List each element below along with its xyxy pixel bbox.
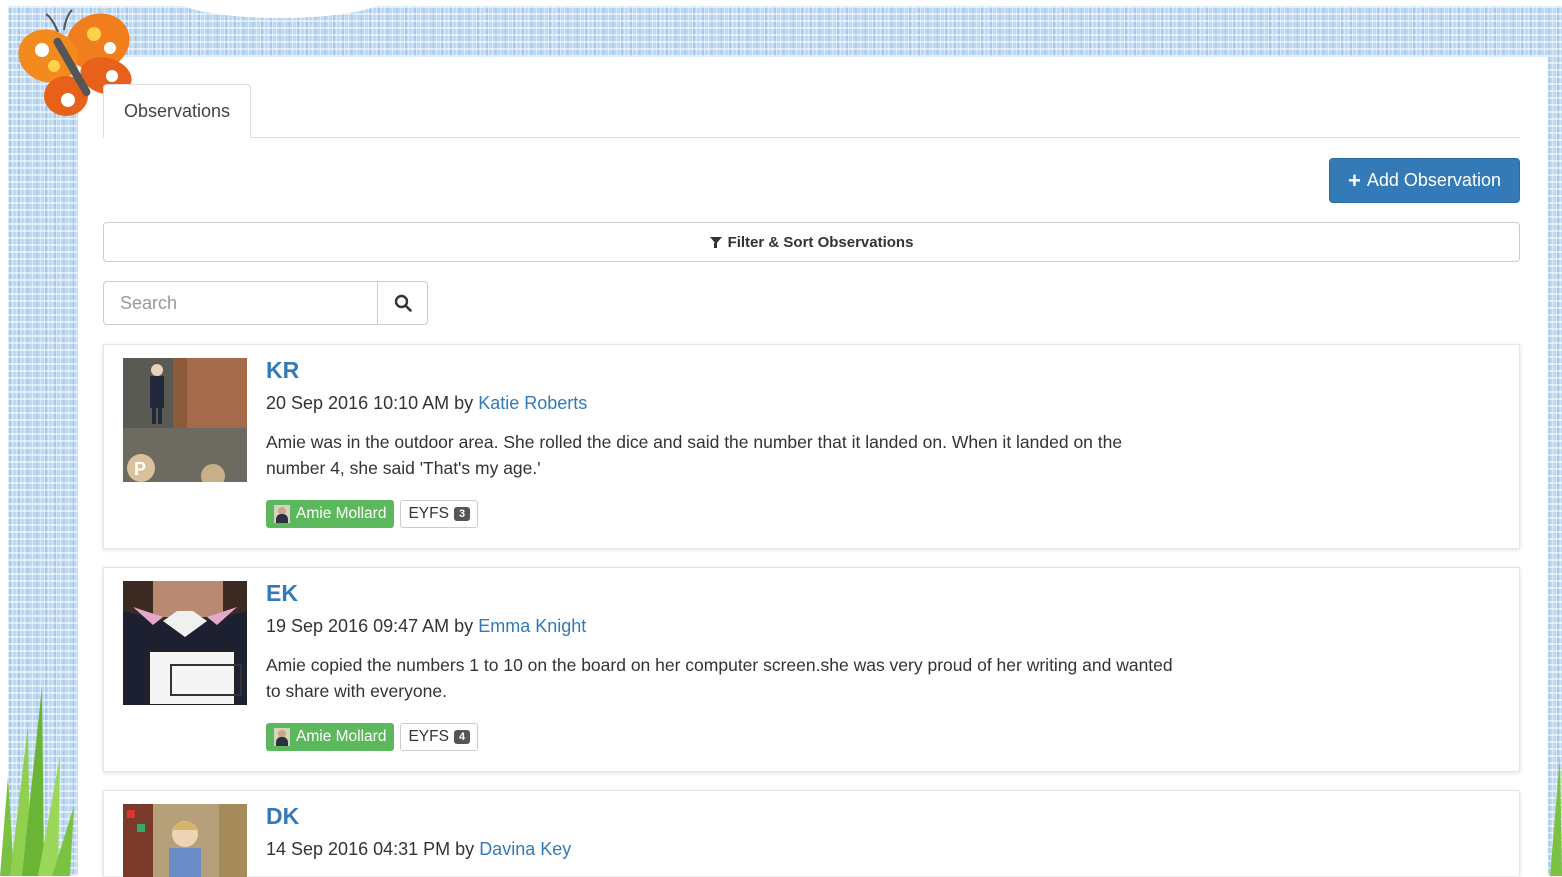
observation-card: DK 14 Sep 2016 04:31 PM by Davina Key xyxy=(103,790,1520,877)
eyfs-tag[interactable]: EYFS 3 xyxy=(400,500,479,528)
observation-author-link[interactable]: Emma Knight xyxy=(478,616,586,636)
add-observation-label: Add Observation xyxy=(1366,170,1501,190)
add-observation-button[interactable]: + Add Observation xyxy=(1329,158,1520,203)
grass-decoration xyxy=(0,686,74,876)
observation-photo xyxy=(123,804,247,877)
eyfs-tag[interactable]: EYFS 4 xyxy=(400,723,479,751)
tab-observations-label: Observations xyxy=(123,101,231,121)
observation-by: by xyxy=(454,393,474,413)
observation-author-link[interactable]: Katie Roberts xyxy=(478,393,587,413)
svg-text:P: P xyxy=(134,459,146,479)
observation-by: by xyxy=(455,839,475,859)
child-tag-label: Amie Mollard xyxy=(296,505,387,522)
child-avatar xyxy=(274,728,290,746)
observation-tags: Amie Mollard EYFS 4 xyxy=(266,723,479,751)
search-icon xyxy=(394,294,412,312)
observation-tags: Amie Mollard EYFS 3 xyxy=(266,500,479,528)
search-input[interactable] xyxy=(103,281,378,325)
tab-divider xyxy=(251,137,1520,138)
observation-datetime: 20 Sep 2016 10:10 AM xyxy=(266,393,450,413)
filter-sort-label: Filter & Sort Observations xyxy=(727,233,914,251)
eyfs-tag-label: EYFS xyxy=(408,505,449,522)
observation-card: EK 19 Sep 2016 09:47 AM by Emma Knight A… xyxy=(103,567,1520,772)
search-button[interactable] xyxy=(377,281,428,325)
observation-author-link[interactable]: Davina Key xyxy=(479,839,571,859)
eyfs-count-badge: 3 xyxy=(453,507,471,521)
grass-decoration-right xyxy=(1550,756,1562,876)
observation-initials: DK xyxy=(266,803,300,829)
observation-photo xyxy=(123,581,247,705)
plus-icon: + xyxy=(1348,167,1361,193)
observation-initials: EK xyxy=(266,580,298,606)
observation-meta: 19 Sep 2016 09:47 AM by Emma Knight xyxy=(266,616,586,637)
observation-initials: KR xyxy=(266,357,300,383)
tab-observations[interactable]: Observations xyxy=(103,84,251,138)
observation-photo: P xyxy=(123,358,247,482)
observation-meta: 20 Sep 2016 10:10 AM by Katie Roberts xyxy=(266,393,587,414)
child-avatar xyxy=(274,505,290,523)
child-tag[interactable]: Amie Mollard xyxy=(266,723,395,751)
eyfs-count-badge: 4 xyxy=(453,730,471,744)
child-tag-label: Amie Mollard xyxy=(296,728,387,745)
filter-sort-button[interactable]: Filter & Sort Observations xyxy=(103,222,1520,262)
child-tag[interactable]: Amie Mollard xyxy=(266,500,395,528)
filter-icon xyxy=(709,236,722,248)
observation-card: P KR 20 Sep 2016 10:10 AM by Katie Rober… xyxy=(103,344,1520,549)
observation-meta: 14 Sep 2016 04:31 PM by Davina Key xyxy=(266,839,571,860)
observation-datetime: 19 Sep 2016 09:47 AM xyxy=(266,616,450,636)
observation-by: by xyxy=(454,616,474,636)
eyfs-tag-label: EYFS xyxy=(408,728,449,745)
observation-datetime: 14 Sep 2016 04:31 PM xyxy=(266,839,451,859)
observation-text: Amie copied the numbers 1 to 10 on the b… xyxy=(266,655,1173,701)
observation-text: Amie was in the outdoor area. She rolled… xyxy=(266,432,1123,478)
